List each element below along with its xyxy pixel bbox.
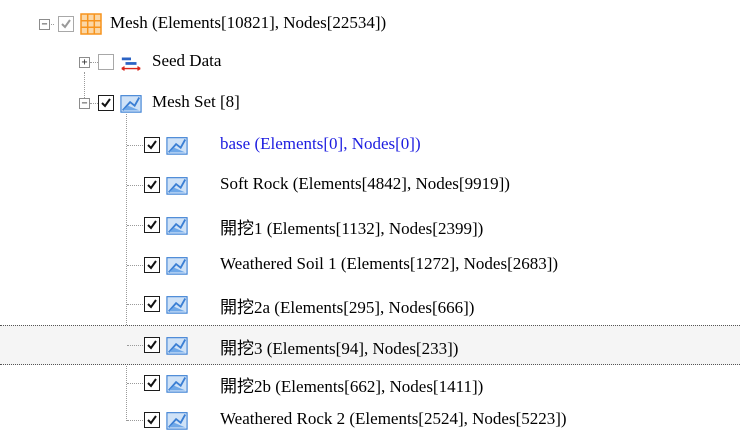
tree-node-mesh[interactable]: − Mesh (Elements[10821], Nodes[22534]) — [0, 5, 600, 43]
item-checkbox[interactable] — [144, 375, 160, 391]
tree-connector — [127, 265, 143, 266]
tree-node-label: Weathered Rock 2 (Elements[2524], Nodes[… — [220, 409, 567, 428]
grid-mesh-icon — [80, 13, 102, 35]
mesh-set-icon — [166, 375, 188, 393]
mesh-set-icon — [166, 296, 188, 314]
item-checkbox[interactable] — [144, 137, 160, 153]
tree-node-weathered-rock-2[interactable]: Weathered Rock 2 (Elements[2524], Nodes[… — [0, 401, 735, 439]
mesh-set-icon — [166, 257, 188, 275]
tree-node-mesh-set[interactable]: − Mesh Set [8] — [0, 85, 600, 123]
mesh-set-icon — [120, 95, 142, 113]
tree-node-soft-rock[interactable]: Soft Rock (Elements[4842], Nodes[9919]) — [0, 166, 620, 204]
tree-node-label: Seed Data — [152, 51, 222, 70]
tree-node-label: base (Elements[0], Nodes[0]) — [220, 134, 421, 153]
tree-node-seed-data[interactable]: + Seed Data — [0, 46, 600, 84]
tree-node-label: 開挖2b (Elements[662], Nodes[1411]) — [220, 377, 484, 396]
tree-node-label: Mesh (Elements[10821], Nodes[22534]) — [110, 13, 387, 32]
tree-node-weathered-soil-1[interactable]: Weathered Soil 1 (Elements[1272], Nodes[… — [0, 246, 720, 284]
mesh-set-icon — [166, 412, 188, 430]
tree-node-excavation-3[interactable]: 開挖3 (Elements[94], Nodes[233]) — [0, 325, 740, 365]
mesh-set-icon — [166, 337, 188, 355]
tree-connector — [127, 185, 143, 186]
item-checkbox[interactable] — [144, 412, 160, 428]
tree-node-label: Weathered Soil 1 (Elements[1272], Nodes[… — [220, 254, 559, 273]
mesh-set-checkbox[interactable] — [98, 95, 114, 111]
tree-node-label: Mesh Set [8] — [152, 92, 240, 111]
tree-node-excavation-2a[interactable]: 開挖2a (Elements[295], Nodes[666]) — [0, 285, 620, 323]
mesh-tree: − Mesh (Elements[10821], Nodes[22534]) +… — [0, 0, 740, 439]
item-checkbox[interactable] — [144, 217, 160, 233]
mesh-checkbox[interactable] — [58, 16, 74, 32]
seed-data-icon — [121, 57, 141, 71]
collapse-toggle[interactable]: − — [39, 19, 50, 30]
collapse-toggle[interactable]: − — [79, 98, 90, 109]
tree-node-label: 開挖2a (Elements[295], Nodes[666]) — [220, 298, 475, 317]
mesh-set-icon — [166, 217, 188, 235]
tree-connector — [127, 225, 143, 226]
tree-connector — [127, 345, 143, 346]
tree-node-label: 開挖3 (Elements[94], Nodes[233]) — [220, 339, 459, 358]
item-checkbox[interactable] — [144, 337, 160, 353]
tree-node-excavation-2b[interactable]: 開挖2b (Elements[662], Nodes[1411]) — [0, 364, 620, 402]
mesh-set-icon — [166, 137, 188, 155]
item-checkbox[interactable] — [144, 177, 160, 193]
tree-connector — [127, 145, 143, 146]
tree-connector — [127, 383, 143, 384]
item-checkbox[interactable] — [144, 296, 160, 312]
mesh-set-icon — [166, 177, 188, 195]
tree-connector — [127, 304, 143, 305]
tree-node-base[interactable]: base (Elements[0], Nodes[0]) — [0, 126, 620, 164]
tree-node-label: 開挖1 (Elements[1132], Nodes[2399]) — [220, 219, 484, 238]
tree-node-label: Soft Rock (Elements[4842], Nodes[9919]) — [220, 174, 510, 193]
expand-toggle[interactable]: + — [79, 57, 90, 68]
tree-connector — [127, 420, 143, 421]
item-checkbox[interactable] — [144, 257, 160, 273]
tree-node-excavation-1[interactable]: 開挖1 (Elements[1132], Nodes[2399]) — [0, 206, 620, 244]
seed-data-checkbox[interactable] — [98, 54, 114, 70]
